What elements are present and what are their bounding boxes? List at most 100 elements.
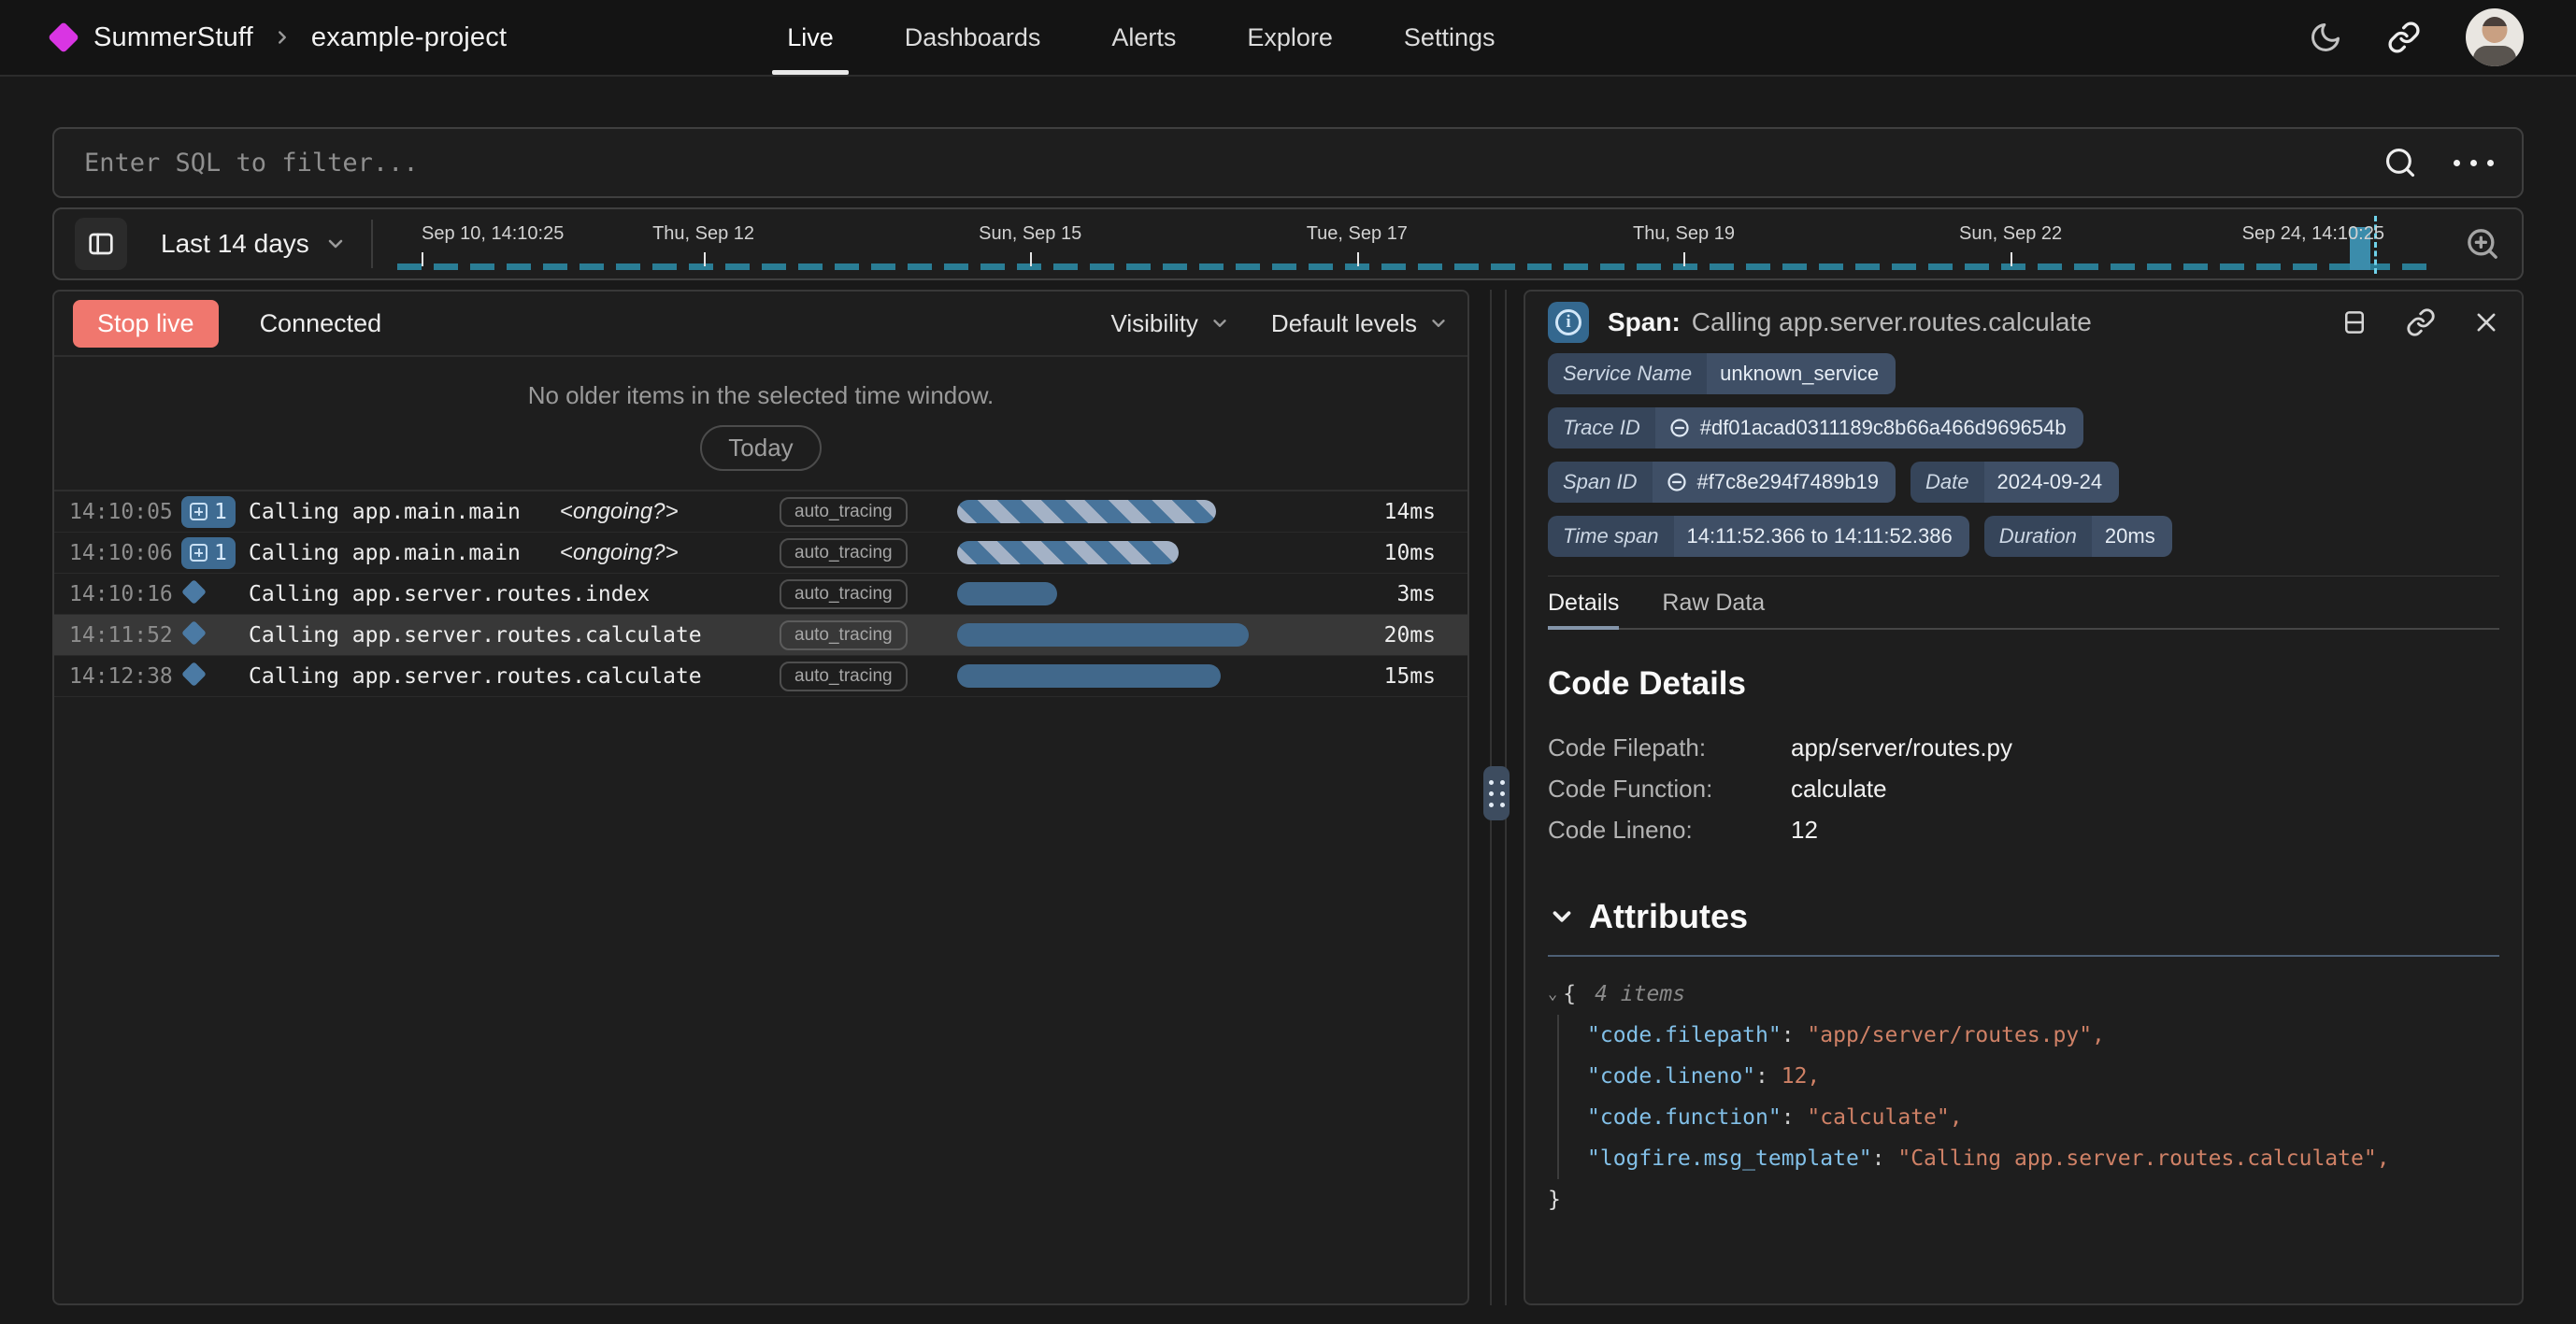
json-value: 12, <box>1782 1064 1821 1089</box>
today-button[interactable]: Today <box>700 425 821 471</box>
nav-tab-settings[interactable]: Settings <box>1404 0 1496 75</box>
span-row[interactable]: 14:11:52 Calling app.server.routes.calcul… <box>54 615 1467 656</box>
link-icon[interactable] <box>1668 417 1691 439</box>
span-bar-cell <box>957 491 1350 532</box>
info-icon: i <box>1548 302 1589 343</box>
splitter-drag-handle[interactable] <box>1483 766 1510 820</box>
user-avatar[interactable] <box>2466 8 2524 66</box>
duration-bar <box>957 623 1249 647</box>
timeline-track[interactable]: Sep 10, 14:10:25Thu, Sep 12Sun, Sep 15Tu… <box>397 209 2440 278</box>
span-message: Calling app.main.main<ongoing?> <box>249 499 780 525</box>
span-row[interactable]: 14:10:051Calling app.main.main<ongoing?>… <box>54 491 1467 533</box>
badge-value: #df01acad0311189c8b66a466d969654b <box>1655 407 2083 448</box>
tag-auto-tracing[interactable]: auto_tracing <box>780 620 908 650</box>
split-panel-icon[interactable] <box>2340 308 2368 336</box>
badge-value-text: 14:11:52.366 to 14:11:52.386 <box>1687 524 1953 548</box>
span-icon-cell: 1 <box>181 537 249 569</box>
breadcrumb-chevron-icon <box>272 27 293 48</box>
timeline-tick <box>2011 252 2012 266</box>
span-message-text: Calling app.main.main <box>249 541 521 565</box>
detail-tab-raw-data[interactable]: Raw Data <box>1662 590 1765 628</box>
badge-time-span: Time span 14:11:52.366 to 14:11:52.386 <box>1548 516 1969 557</box>
tag-auto-tracing[interactable]: auto_tracing <box>780 662 908 691</box>
attributes-toggle[interactable]: Attributes <box>1548 897 2499 936</box>
nav-tab-live[interactable]: Live <box>787 0 834 75</box>
json-root-line[interactable]: ⌄{ 4 items <box>1548 974 2499 1015</box>
dark-mode-moon-icon[interactable] <box>2309 21 2342 54</box>
filter-menu-ellipsis-icon[interactable] <box>2454 160 2494 166</box>
span-timestamp: 14:10:16 <box>69 582 181 606</box>
sql-filter-input[interactable] <box>82 148 2383 178</box>
visibility-dropdown[interactable]: Visibility <box>1110 309 1229 338</box>
badge-rows: Service Nameunknown_serviceTrace ID#df01… <box>1548 353 2499 557</box>
stop-live-button[interactable]: Stop live <box>73 300 219 348</box>
span-bar-cell <box>957 615 1350 655</box>
link-icon[interactable] <box>1666 471 1688 493</box>
org-name[interactable]: SummerStuff <box>93 22 253 53</box>
tag-auto-tracing[interactable]: auto_tracing <box>780 538 908 568</box>
zoom-in-icon[interactable] <box>2464 225 2501 263</box>
badge-value-text: unknown_service <box>1720 362 1879 386</box>
span-row[interactable]: 14:10:061Calling app.main.main<ongoing?>… <box>54 533 1467 574</box>
span-title-text: Calling app.server.routes.calculate <box>1692 307 2092 336</box>
duration-bar <box>957 541 1179 564</box>
json-entry: "code.lineno": 12, <box>1587 1056 2499 1097</box>
span-timestamp: 14:11:52 <box>69 623 181 648</box>
badge-value: 14:11:52.366 to 14:11:52.386 <box>1674 516 1969 557</box>
brand-logo-icon[interactable] <box>48 21 79 53</box>
span-tag-cell: auto_tracing <box>780 620 957 650</box>
span-message: Calling app.server.routes.index <box>249 582 780 606</box>
code-details-heading: Code Details <box>1548 665 2499 703</box>
span-bar-cell <box>957 533 1350 573</box>
span-detail-title: Span: Calling app.server.routes.calculate <box>1608 307 2092 337</box>
timeline-bar: Last 14 days Sep 10, 14:10:25Thu, Sep 12… <box>52 207 2524 280</box>
nav-tab-alerts[interactable]: Alerts <box>1111 0 1176 75</box>
panel-splitter <box>1469 290 1524 1305</box>
span-message-text: Calling app.server.routes.calculate <box>249 623 702 648</box>
close-icon[interactable] <box>2473 309 2499 335</box>
span-icon-cell: 1 <box>181 496 249 528</box>
plus-box-icon <box>190 503 208 520</box>
sidebar-toggle-icon[interactable] <box>75 218 127 270</box>
trace-count-badge[interactable]: 1 <box>181 537 236 569</box>
copy-link-icon[interactable] <box>2406 307 2436 337</box>
breadcrumb: SummerStuff example-project <box>52 0 507 75</box>
badge-value: unknown_service <box>1707 353 1896 394</box>
span-detail-body: Service Nameunknown_serviceTrace ID#df01… <box>1525 353 2522 1220</box>
attributes-divider <box>1548 955 2499 957</box>
json-key: "logfire.msg_template" <box>1587 1146 1872 1171</box>
tag-auto-tracing[interactable]: auto_tracing <box>780 497 908 527</box>
ongoing-label: <ongoing?> <box>560 499 679 524</box>
project-name[interactable]: example-project <box>311 22 507 53</box>
json-entry: "code.filepath": "app/server/routes.py", <box>1587 1015 2499 1056</box>
span-duration: 14ms <box>1350 500 1453 524</box>
tag-auto-tracing[interactable]: auto_tracing <box>780 579 908 609</box>
json-colon: : <box>1872 1146 1898 1171</box>
badge-label: Span ID <box>1548 462 1653 503</box>
detail-tab-details[interactable]: Details <box>1548 590 1619 628</box>
nav-tab-dashboards[interactable]: Dashboards <box>905 0 1041 75</box>
nav-tab-explore[interactable]: Explore <box>1247 0 1333 75</box>
ongoing-label: <ongoing?> <box>560 540 679 565</box>
badge-label: Time span <box>1548 516 1674 557</box>
span-list: 14:10:051Calling app.main.main<ongoing?>… <box>54 490 1467 697</box>
span-row[interactable]: 14:12:38Calling app.server.routes.calcul… <box>54 656 1467 697</box>
json-close-brace: } <box>1548 1179 2499 1220</box>
default-levels-dropdown[interactable]: Default levels <box>1271 309 1449 338</box>
badge-span-id: Span ID#f7c8e294f7489b19 <box>1548 462 1896 503</box>
span-tag-cell: auto_tracing <box>780 579 957 609</box>
share-link-icon[interactable] <box>2387 21 2421 54</box>
top-nav: SummerStuff example-project Live Dashboar… <box>0 0 2576 77</box>
trace-count-badge[interactable]: 1 <box>181 496 236 528</box>
badge-date: Date2024-09-24 <box>1911 462 2119 503</box>
json-item-count: 4 items <box>1595 974 1685 1015</box>
json-value: "app/server/routes.py", <box>1807 1023 2105 1047</box>
span-row[interactable]: 14:10:16 Calling app.server.routes.indexa… <box>54 574 1467 615</box>
span-duration: 10ms <box>1350 541 1453 565</box>
span-kind-label: Span: <box>1608 307 1681 336</box>
time-range-select[interactable]: Last 14 days <box>161 229 347 259</box>
span-duration: 20ms <box>1350 623 1453 648</box>
search-icon[interactable] <box>2383 145 2418 180</box>
span-icon-cell <box>181 583 249 605</box>
default-levels-label: Default levels <box>1271 309 1417 338</box>
